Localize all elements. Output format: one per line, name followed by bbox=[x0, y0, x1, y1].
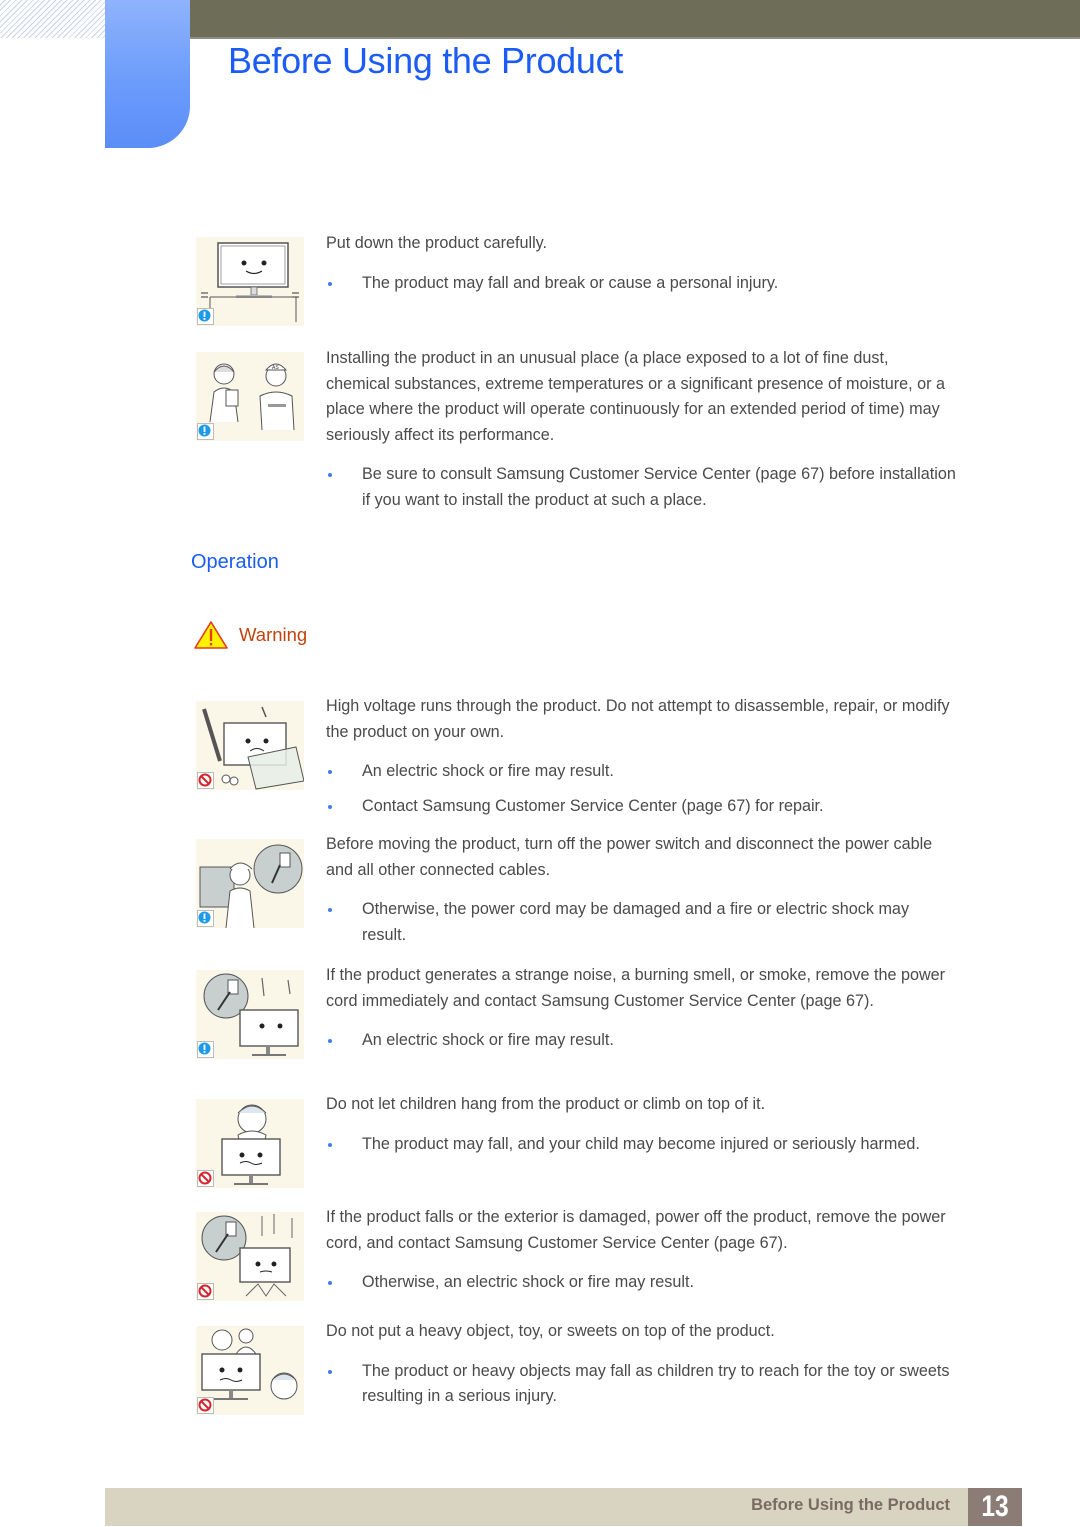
page-number-box: 13 bbox=[968, 1488, 1022, 1526]
bullet-dot bbox=[328, 1369, 332, 1374]
item-text: Before moving the product, turn off the … bbox=[326, 835, 933, 879]
bullet-item: The product or heavy objects may fall as… bbox=[326, 1359, 956, 1410]
warning-triangle-icon bbox=[194, 621, 228, 649]
item-content: Put down the product carefully. The prod… bbox=[326, 231, 956, 296]
item-content: Do not put a heavy object, toy, or sweet… bbox=[326, 1319, 956, 1410]
chapter-tab bbox=[105, 0, 190, 148]
page-footer: Before Using the Product bbox=[105, 1488, 1022, 1526]
item-text: High voltage runs through the product. D… bbox=[326, 697, 950, 741]
bullet-item: Otherwise, the power cord may be damaged… bbox=[326, 897, 956, 948]
bullet-item: The product may fall, and your child may… bbox=[326, 1132, 956, 1158]
prohibited-icon bbox=[197, 1283, 214, 1300]
caution-icon bbox=[197, 1041, 214, 1058]
bullet-text: The product or heavy objects may fall as… bbox=[362, 1361, 950, 1406]
illustration-do-not-disassemble bbox=[196, 701, 304, 790]
item-content: High voltage runs through the product. D… bbox=[326, 694, 956, 819]
decorative-hatch bbox=[0, 0, 105, 38]
illustration-monitor-placed-carefully bbox=[196, 237, 304, 326]
bullet-text: Be sure to consult Samsung Customer Serv… bbox=[362, 465, 956, 509]
bullet-text: The product may fall and break or cause … bbox=[362, 273, 779, 292]
warning-header: Warning bbox=[193, 620, 307, 650]
bullet-text: Otherwise, the power cord may be damaged… bbox=[362, 900, 910, 944]
bullet-item: Otherwise, an electric shock or fire may… bbox=[326, 1270, 956, 1296]
bullet-dot bbox=[328, 1142, 332, 1147]
footer-title: Before Using the Product bbox=[751, 1496, 950, 1514]
bullet-item: Be sure to consult Samsung Customer Serv… bbox=[326, 462, 956, 513]
illustration-smoke-unplug bbox=[196, 970, 304, 1059]
caution-icon bbox=[197, 910, 214, 927]
bullet-text: The product may fall, and your child may… bbox=[362, 1134, 920, 1153]
bullet-item: Contact Samsung Customer Service Center … bbox=[326, 794, 956, 820]
section-title: Operation bbox=[191, 551, 279, 573]
illustration-unplug-before-moving bbox=[196, 839, 304, 928]
page-title: Before Using the Product bbox=[228, 40, 624, 81]
illustration-product-fallen bbox=[196, 1212, 304, 1301]
illustration-toys-on-top bbox=[196, 1326, 304, 1415]
bullet-text: An electric shock or fire may result. bbox=[362, 762, 614, 780]
bullet-item: An electric shock or fire may result. bbox=[326, 759, 956, 785]
item-content: Before moving the product, turn off the … bbox=[326, 832, 956, 948]
prohibited-icon bbox=[197, 1170, 214, 1187]
item-text: Put down the product carefully. bbox=[326, 234, 548, 252]
item-content: Do not let children hang from the produc… bbox=[326, 1092, 956, 1157]
item-text: Do not let children hang from the produc… bbox=[326, 1095, 766, 1113]
item-text: Do not put a heavy object, toy, or sweet… bbox=[326, 1322, 775, 1340]
bullet-dot bbox=[328, 473, 332, 477]
bullet-dot bbox=[328, 908, 332, 912]
item-content: If the product falls or the exterior is … bbox=[326, 1205, 956, 1296]
caution-icon bbox=[197, 423, 214, 440]
bullet-text: Otherwise, an electric shock or fire may… bbox=[362, 1273, 694, 1291]
bullet-item: An electric shock or fire may result. bbox=[326, 1028, 956, 1054]
item-text: Installing the product in an unusual pla… bbox=[326, 349, 946, 444]
illustration-child-climbing bbox=[196, 1099, 304, 1188]
prohibited-icon bbox=[197, 1397, 214, 1414]
bullet-dot bbox=[328, 804, 332, 809]
bullet-text: An electric shock or fire may result. bbox=[362, 1031, 614, 1049]
item-text: If the product generates a strange noise… bbox=[326, 966, 946, 1010]
bullet-dot bbox=[328, 1039, 332, 1043]
item-content: If the product generates a strange noise… bbox=[326, 963, 956, 1054]
caution-icon bbox=[197, 308, 214, 325]
bullet-dot bbox=[328, 1281, 332, 1285]
item-text: If the product falls or the exterior is … bbox=[326, 1208, 946, 1252]
svg-text:AS: AS bbox=[272, 365, 279, 371]
bullet-dot bbox=[328, 281, 332, 286]
bullet-text: Contact Samsung Customer Service Center … bbox=[362, 796, 824, 815]
illustration-consult-service-center: AS bbox=[196, 352, 304, 441]
prohibited-icon bbox=[197, 772, 214, 789]
bullet-item: The product may fall and break or cause … bbox=[326, 271, 956, 297]
item-content: Installing the product in an unusual pla… bbox=[326, 346, 956, 513]
warning-label: Warning bbox=[239, 624, 308, 645]
page-number: 13 bbox=[972, 1488, 1018, 1526]
bullet-dot bbox=[328, 770, 332, 774]
header-bar bbox=[190, 0, 1080, 39]
